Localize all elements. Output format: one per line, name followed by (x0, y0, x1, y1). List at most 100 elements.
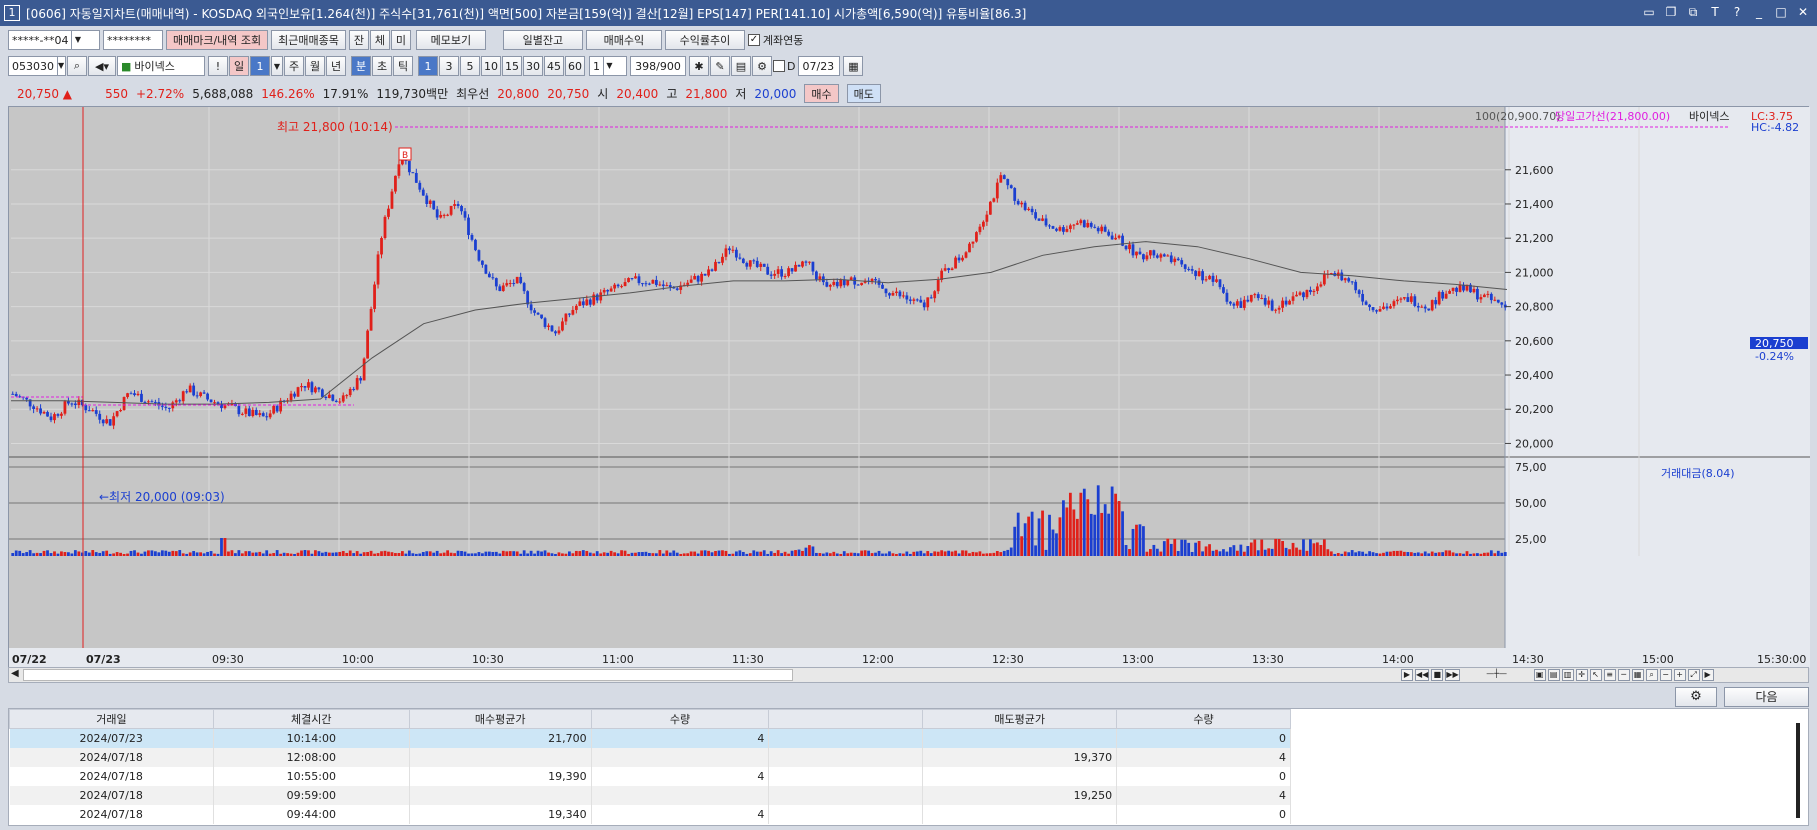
candle-body[interactable] (1493, 299, 1497, 301)
candle-body[interactable] (1368, 304, 1371, 308)
volume-bar[interactable] (279, 553, 283, 556)
candle-body[interactable] (1378, 309, 1382, 312)
help-icon[interactable]: ? (1729, 4, 1745, 20)
volume-bar[interactable] (453, 553, 456, 556)
candle-body[interactable] (418, 182, 422, 190)
candle-body[interactable] (1315, 286, 1319, 291)
candle-body[interactable] (738, 257, 742, 259)
volume-bar[interactable] (327, 552, 331, 556)
candle-body[interactable] (411, 172, 415, 174)
password-field[interactable]: ******** (103, 30, 163, 50)
candle-body[interactable] (213, 402, 216, 404)
candle-body[interactable] (1044, 218, 1048, 226)
volume-bar[interactable] (1333, 553, 1337, 556)
volume-bar[interactable] (77, 551, 81, 556)
candle-body[interactable] (470, 234, 474, 240)
volume-bar[interactable] (933, 551, 937, 556)
candle-body[interactable] (456, 204, 460, 207)
candle-body[interactable] (387, 208, 390, 217)
account-select[interactable]: *****-**04 ▼ (8, 30, 100, 50)
stock-name[interactable]: ■ 바이넥스 (117, 56, 205, 76)
candle-body[interactable] (1065, 228, 1069, 232)
balance-button[interactable]: 잔 (348, 30, 369, 50)
volume-bar[interactable] (557, 552, 561, 556)
volume-bar[interactable] (119, 552, 122, 556)
volume-bar[interactable] (300, 550, 303, 556)
volume-bar[interactable] (714, 550, 717, 556)
candle-body[interactable] (1020, 202, 1024, 205)
scroll-right-icon[interactable]: ▶ (1701, 669, 1714, 681)
volume-bar[interactable] (741, 551, 745, 556)
volume-bar[interactable] (630, 552, 634, 556)
candle-body[interactable] (1260, 297, 1264, 299)
candle-body[interactable] (1274, 309, 1278, 311)
candle-body[interactable] (453, 204, 456, 206)
copy-icon[interactable]: ❐ (1663, 4, 1679, 20)
volume-bar[interactable] (1082, 488, 1086, 556)
volume-bar[interactable] (950, 551, 954, 556)
volume-bar[interactable] (540, 551, 543, 556)
volume-bar[interactable] (1096, 485, 1100, 556)
candle-body[interactable] (501, 285, 505, 291)
volume-bar[interactable] (661, 553, 665, 556)
volume-bar[interactable] (230, 550, 234, 556)
volume-bar[interactable] (689, 551, 693, 556)
volume-bar[interactable] (380, 551, 383, 556)
candle-body[interactable] (494, 278, 498, 287)
candle-body[interactable] (1312, 290, 1316, 293)
volume-bar[interactable] (1006, 549, 1010, 556)
candle-body[interactable] (881, 284, 884, 289)
volume-bar[interactable] (811, 546, 815, 556)
period-month[interactable]: 월 (305, 56, 325, 76)
volume-bar[interactable] (1486, 552, 1490, 556)
candle-body[interactable] (296, 387, 300, 397)
volume-bar[interactable] (46, 550, 49, 556)
candle-body[interactable] (101, 419, 105, 424)
candle-body[interactable] (1489, 293, 1493, 301)
volume-bar[interactable] (1194, 542, 1198, 556)
candle-body[interactable] (331, 394, 335, 401)
candle-body[interactable] (1479, 297, 1483, 300)
volume-bar[interactable] (874, 552, 877, 556)
volume-bar[interactable] (641, 552, 644, 556)
period-day[interactable]: 일 (229, 56, 249, 76)
candle-body[interactable] (320, 389, 324, 397)
volume-bar[interactable] (1072, 509, 1076, 556)
volume-bar[interactable] (98, 552, 102, 556)
volume-bar[interactable] (1138, 524, 1142, 556)
volume-bar[interactable] (961, 550, 964, 556)
volume-bar[interactable] (150, 550, 154, 556)
candle-body[interactable] (926, 297, 930, 308)
volume-bar[interactable] (567, 551, 571, 556)
volume-bar[interactable] (296, 552, 300, 556)
candle-body[interactable] (425, 195, 429, 204)
candle-body[interactable] (272, 405, 276, 414)
volume-bar[interactable] (839, 553, 843, 556)
volume-bar[interactable] (724, 550, 728, 556)
volume-bar[interactable] (407, 550, 411, 556)
candle-body[interactable] (1267, 300, 1271, 305)
candle-body[interactable] (766, 266, 770, 275)
candle-body[interactable] (1204, 279, 1208, 281)
candle-body[interactable] (1472, 288, 1476, 293)
candle-body[interactable] (147, 401, 150, 403)
volume-bar[interactable] (627, 553, 630, 556)
candle-body[interactable] (1295, 294, 1298, 297)
candle-body[interactable] (978, 226, 982, 233)
volume-bar[interactable] (1051, 529, 1055, 556)
candle-body[interactable] (783, 276, 787, 278)
candle-body[interactable] (675, 288, 679, 290)
candle-body[interactable] (1208, 275, 1211, 280)
candle-body[interactable] (658, 284, 662, 286)
volume-bar[interactable] (21, 553, 25, 556)
candle-body[interactable] (1082, 220, 1086, 228)
volume-bar[interactable] (616, 553, 620, 556)
candle-body[interactable] (73, 403, 77, 406)
volume-bar[interactable] (912, 551, 916, 556)
candle-body[interactable] (515, 276, 519, 284)
col-sell-qty[interactable]: 수량 (1116, 709, 1291, 729)
volume-bar[interactable] (1068, 492, 1072, 556)
volume-bar[interactable] (1406, 552, 1410, 556)
volume-bar[interactable] (825, 552, 829, 556)
chart-scrollbar[interactable]: ◀ ▶ ◀◀ ■ ▶▶ —┼— ▣ ▤ ▥ ✛ ↖ ≡ ─ ▦ ⌕ − + ⤢ … (8, 667, 1809, 683)
